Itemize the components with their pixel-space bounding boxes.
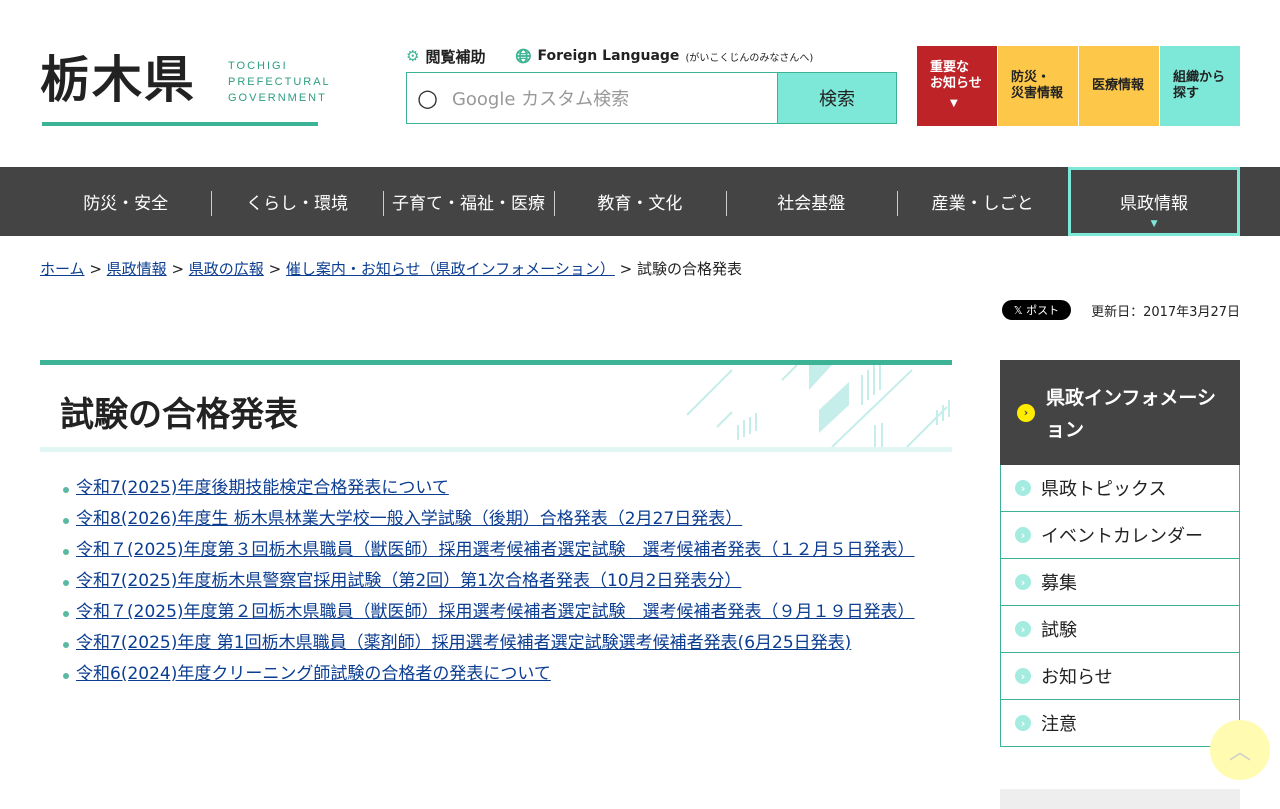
gear-icon: ⚙ [406,47,420,65]
list-item: 令和７(2025)年度第２回栃木県職員（獣医師）採用選考候補者選定試験 選考候補… [60,600,930,625]
page-title: 試験の合格発表 [60,395,298,435]
list-item: 令和7(2025)年度後期技能検定合格発表について [60,476,930,501]
search-by-org-button[interactable]: 組織から 探す [1160,46,1240,126]
x-post-button[interactable]: 𝕏 ポスト [1001,300,1072,320]
nav-item[interactable]: 教育・文化 [554,167,725,236]
list-item: 令和6(2024)年度クリーニング師試験の合格者の発表について [60,662,930,687]
list-item: 令和7(2025)年度 第1回栃木県職員（薬剤師）採用選考候補者選定試験選考候補… [60,631,930,656]
important-notice-button[interactable]: 重要な お知らせ ▼ [917,46,997,126]
updated-date: 更新日：2017年3月27日 [1091,304,1240,320]
nav-item[interactable]: 子育て・福祉・医療 [382,167,554,236]
global-nav: 防災・安全 くらし・環境 子育て・福祉・医療 教育・文化 社会基盤 産業・しごと… [0,167,1280,236]
list-item: 令和７(2025)年度第３回栃木県職員（獣医師）採用選考候補者選定試験 選考候補… [60,538,930,563]
search-input[interactable]: ○ Google カスタム検索 [407,73,777,123]
result-link[interactable]: 令和７(2025)年度第２回栃木県職員（獣医師）採用選考候補者選定試験 選考候補… [76,602,915,622]
search-button[interactable]: 検索 [777,73,896,123]
triangle-down-icon: ▼ [950,98,958,109]
breadcrumb-current: 試験の合格発表 [636,260,742,278]
result-link[interactable]: 令和７(2025)年度第３回栃木県職員（獣医師）採用選考候補者選定試験 選考候補… [76,540,915,560]
side-menu-item[interactable]: › お知らせ [1000,653,1240,700]
side-menu-item[interactable]: › イベントカレンダー [1000,512,1240,559]
triangle-down-icon: ▼ [1150,219,1158,229]
nav-item[interactable]: 社会基盤 [725,167,897,236]
nav-item[interactable]: くらし・環境 [211,167,382,236]
chevron-right-icon: › [1015,668,1031,684]
side-menu-item[interactable]: › 試験 [1000,606,1240,653]
chevron-right-icon: › [1015,527,1031,543]
breadcrumb: ホーム > 県政情報 > 県政の広報 > 催し案内・お知らせ（県政インフォメーシ… [40,260,742,278]
chevron-right-icon: › [1015,480,1031,496]
result-list: 令和7(2025)年度後期技能検定合格発表について 令和8(2026)年度生 栃… [60,476,930,693]
back-to-top-button[interactable]: ︿ [1210,720,1270,780]
list-item: 令和7(2025)年度栃木県警察官採用試験（第2回）第1次合格者発表（10月2日… [60,569,930,594]
logo-underline [42,122,318,126]
chevron-right-icon: › [1015,621,1031,637]
list-item: 令和8(2026)年度生 栃木県林業大学校一般入学試験（後期）合格発表（2月27… [60,507,930,532]
side-menu-item[interactable]: › 県政トピックス [1000,465,1240,512]
search-form: ○ Google カスタム検索 検索 [406,72,897,124]
result-link[interactable]: 令和7(2025)年度栃木県警察官採用試験（第2回）第1次合格者発表（10月2日… [76,571,741,591]
nav-item-active[interactable]: 県政情報 ▼ [1068,167,1240,236]
side-menu-item[interactable]: › 注意 [1000,700,1240,747]
side-box [1000,789,1240,809]
breadcrumb-link[interactable]: 催し案内・お知らせ（県政インフォメーション） [286,260,615,278]
site-logo[interactable]: 栃木県 TOCHIGI PREFECTURAL GOVERNMENT [40,50,329,128]
side-menu-heading[interactable]: › 県政インフォメーション [1000,360,1240,465]
logo-kanji: 栃木県 [40,50,196,109]
logo-english: TOCHIGI PREFECTURAL GOVERNMENT [228,60,331,104]
accessibility-link[interactable]: ⚙ 閲覧補助 [406,46,485,67]
result-link[interactable]: 令和8(2026)年度生 栃木県林業大学校一般入学試験（後期）合格発表（2月27… [76,509,742,529]
chevron-up-icon: ︿ [1228,740,1251,765]
chevron-right-icon: › [1017,404,1035,422]
globe-icon: 🌐︎ [515,44,532,68]
breadcrumb-link[interactable]: ホーム [40,260,85,278]
chevron-right-icon: › [1015,715,1031,731]
chevron-right-icon: › [1015,574,1031,590]
medical-info-button[interactable]: 医療情報 [1079,46,1159,126]
breadcrumb-link[interactable]: 県政の広報 [189,260,264,278]
breadcrumb-link[interactable]: 県政情報 [107,260,167,278]
page-title-block: 試験の合格発表 [40,360,952,452]
nav-item[interactable]: 産業・しごと [896,167,1068,236]
result-link[interactable]: 令和6(2024)年度クリーニング師試験の合格者の発表について [76,664,551,684]
side-menu: › 県政インフォメーション › 県政トピックス › イベントカレンダー › 募集 › 試験… [1000,360,1240,747]
nav-item[interactable]: 防災・安全 [40,167,211,236]
search-icon: ○ [417,84,438,112]
side-menu-item[interactable]: › 募集 [1000,559,1240,606]
decorative-pattern [686,365,950,447]
result-link[interactable]: 令和7(2025)年度 第1回栃木県職員（薬剤師）採用選考候補者選定試験選考候補… [76,633,851,653]
result-link[interactable]: 令和7(2025)年度後期技能検定合格発表について [76,478,449,498]
foreign-language-link[interactable]: 🌐︎ Foreign Language (がいこくじんのみなさんへ) [515,44,813,68]
disaster-info-button[interactable]: 防災・ 災害情報 [998,46,1078,126]
